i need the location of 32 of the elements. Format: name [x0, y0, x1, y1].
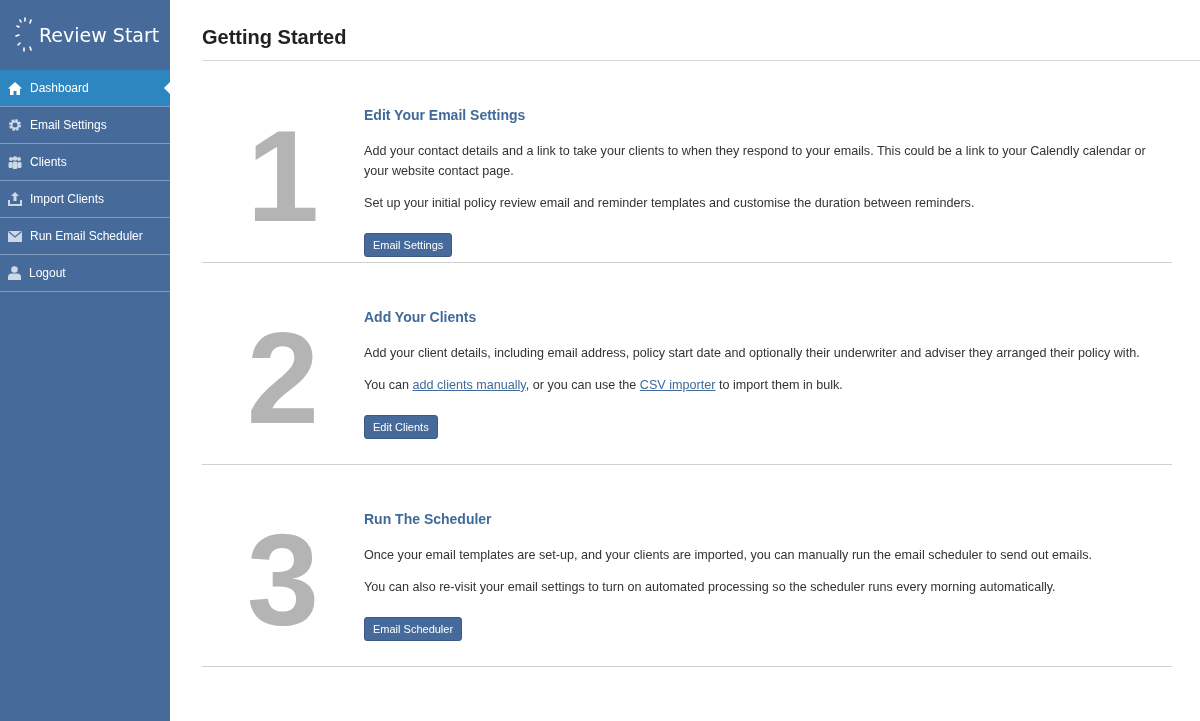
- people-icon: [8, 155, 22, 169]
- step-description: Set up your initial policy review email and reminder templates and customise the duration between reminders.: [364, 195, 976, 212]
- step-description: Add your client details, including email address, policy start date and optionally their underwriter and adviser they arranged their policy with.: [364, 345, 1141, 362]
- step-button[interactable]: Edit Clients: [364, 415, 438, 439]
- step-button[interactable]: Email Settings: [364, 233, 453, 257]
- step-description: Once your email templates are set-up, and your clients are imported, you can manually run the email scheduler to send out emails.: [364, 547, 1093, 564]
- nav-item[interactable]: Import Clients: [0, 181, 170, 218]
- step-number: 2: [245, 304, 321, 453]
- envelope-icon: [8, 230, 22, 242]
- logo-text: Review Start: [39, 24, 160, 46]
- active-pointer-icon: [164, 82, 170, 94]
- nav-item[interactable]: Run Email Scheduler: [0, 218, 170, 255]
- page-title: Getting Started: [202, 0, 1200, 61]
- user-icon: [8, 266, 21, 280]
- step-description: You can also re-visit your email settings to turn on automated processing so the scheduler runs every morning automatically.: [364, 579, 1057, 596]
- step-description: Add your contact details and a link to take your clients to when they respond to your emails. This could be a link to your Calendly calendar or your website contact page.: [364, 143, 1147, 180]
- step-number: 3: [245, 506, 321, 655]
- step-number: 1: [245, 102, 321, 251]
- home-icon: [8, 81, 22, 95]
- nav-item[interactable]: Dashboard: [0, 70, 170, 107]
- step-title: Add Your Clients: [364, 309, 478, 325]
- step-title: Edit Your Email Settings: [364, 107, 527, 123]
- nav-item[interactable]: Logout: [0, 255, 170, 292]
- text-link[interactable]: CSV importer: [639, 378, 716, 392]
- step-button[interactable]: Email Scheduler: [364, 617, 463, 641]
- step-title: Run The Scheduler: [364, 511, 493, 527]
- upload-icon: [8, 192, 22, 206]
- text-link[interactable]: add clients manually: [412, 378, 526, 392]
- nav-item[interactable]: Clients: [0, 144, 170, 181]
- step-description: You can add clients manually, or you can use the CSV importer to import them in bulk.: [364, 377, 844, 394]
- gear-icon: [8, 118, 22, 132]
- nav-item[interactable]: Email Settings: [0, 107, 170, 144]
